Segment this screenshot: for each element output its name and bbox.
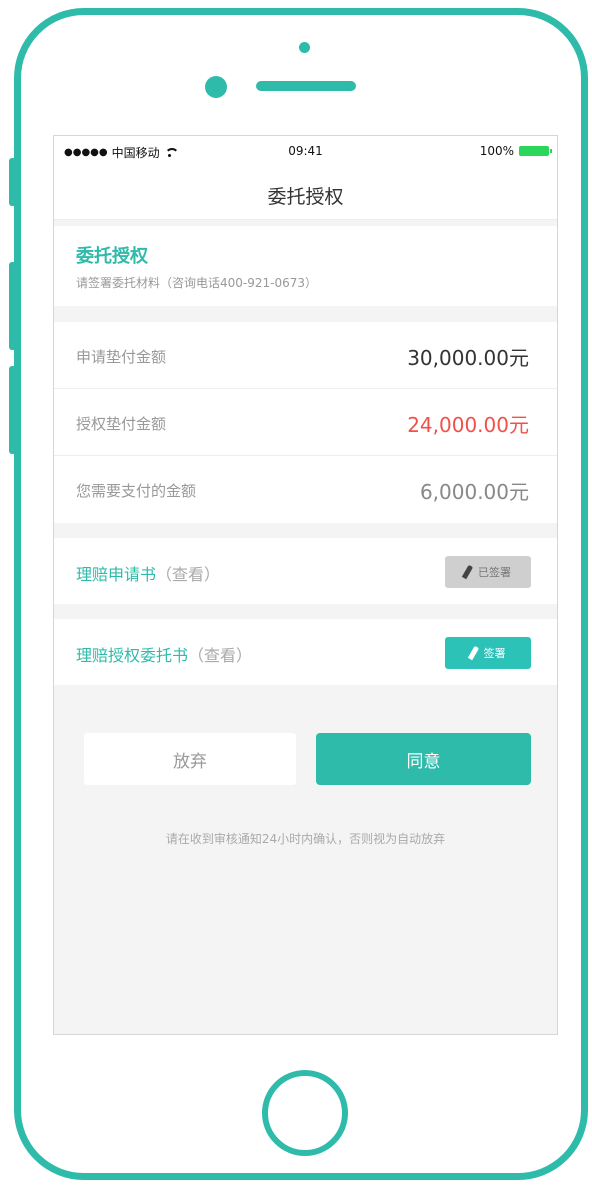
battery-icon [519,146,552,156]
battery-percent: 100% [479,144,514,158]
proximity-sensor [299,42,310,53]
amount-value: 30,000.00元 [407,346,529,370]
sign-button-label: 签署 [483,647,506,660]
document-claim-authorization: 理赔授权委托书（查看） 签署 [54,619,557,685]
volume-up-button [9,262,18,350]
agree-button[interactable]: 同意 [316,733,531,785]
amount-value: 24,000.00元 [407,413,529,437]
amount-row-authorized: 授权垫付金额 24,000.00元 [54,389,557,456]
amount-list: 申请垫付金额 30,000.00元 授权垫付金额 24,000.00元 您需要支… [54,322,557,523]
signed-button-label: 已签署 [478,566,511,579]
pen-icon [467,645,479,661]
app-screen: ●●●●● 中国移动 09:41 100% 委托授权 委托授权 请签署委托材料（… [53,135,558,1035]
document-title: 理赔授权委托书（查看） [76,642,252,666]
mute-switch [9,158,18,206]
page-title: 委托授权 [267,186,344,208]
abandon-button[interactable]: 放弃 [84,733,296,785]
earpiece-speaker [256,81,356,91]
auth-header-card: 委托授权 请签署委托材料（咨询电话400-921-0673） [54,226,557,306]
amount-row-applied: 申请垫付金额 30,000.00元 [54,322,557,389]
document-title: 理赔申请书（查看） [76,561,220,585]
auth-subtitle: 请签署委托材料（咨询电话400-921-0673） [76,276,318,290]
amount-row-to-pay: 您需要支付的金额 6,000.00元 [54,456,557,523]
home-button[interactable] [262,1070,348,1156]
document-name: 理赔申请书 [76,565,157,584]
front-camera [205,76,227,98]
view-link[interactable]: （查看） [156,565,220,584]
sign-button[interactable]: 签署 [445,637,531,669]
signed-button[interactable]: 已签署 [445,556,531,588]
view-link[interactable]: （查看） [188,646,252,665]
document-name: 理赔授权委托书 [76,646,189,665]
amount-label: 您需要支付的金额 [76,482,197,500]
nav-bar: 委托授权 [54,166,557,220]
amount-label: 授权垫付金额 [76,415,167,433]
confirmation-notice: 请在收到审核通知24小时内确认，否则视为自动放弃 [165,832,446,846]
pen-icon [461,564,474,580]
amount-value: 6,000.00元 [419,480,529,504]
status-bar: ●●●●● 中国移动 09:41 100% [54,136,557,166]
volume-down-button [9,366,18,454]
document-claim-application: 理赔申请书（查看） 已签署 [54,538,557,604]
status-right: 100% [479,144,552,158]
amount-label: 申请垫付金额 [76,348,167,366]
auth-title: 委托授权 [76,246,148,267]
